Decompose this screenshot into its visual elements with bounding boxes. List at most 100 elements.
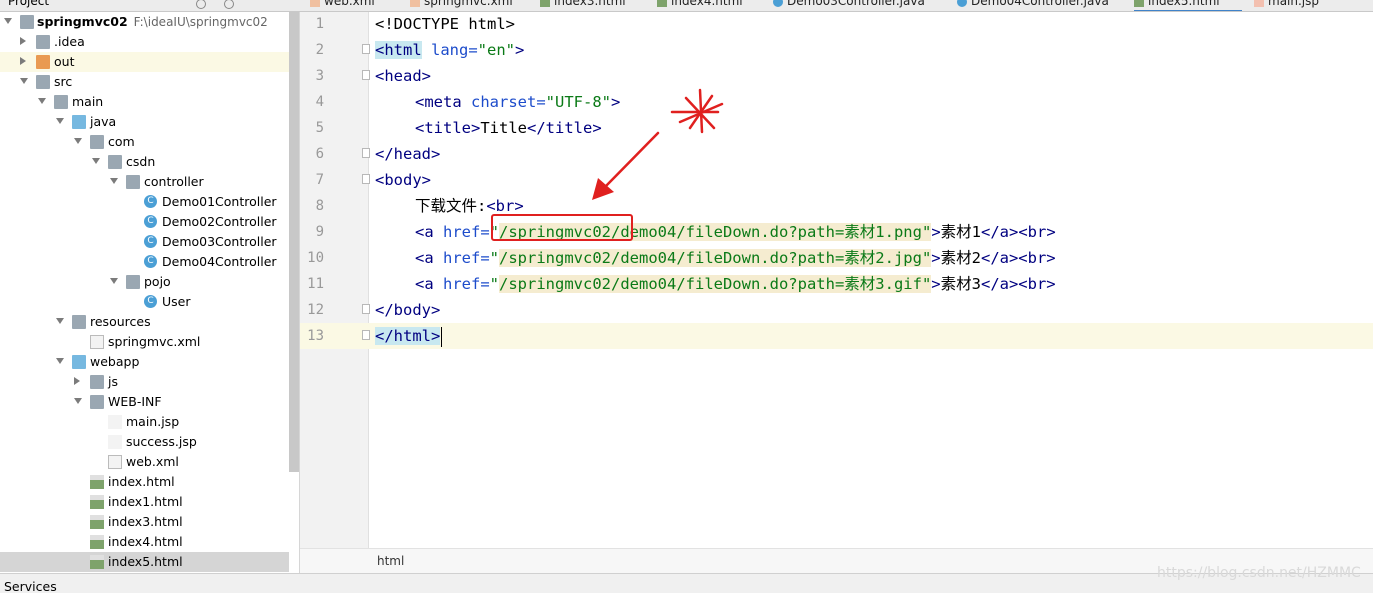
chevron-down-icon[interactable] bbox=[56, 358, 64, 364]
tab-web-xml[interactable]: web.xml bbox=[310, 0, 375, 10]
line-number: 10 bbox=[307, 250, 324, 266]
locate-icon[interactable] bbox=[196, 0, 206, 9]
tree-item-demo03controller[interactable]: C Demo03Controller bbox=[0, 232, 289, 252]
chevron-right-icon[interactable] bbox=[74, 377, 80, 385]
code-line-5: <title>Title</title> bbox=[415, 119, 602, 137]
tree-item-demo01controller[interactable]: C Demo01Controller bbox=[0, 192, 289, 212]
tree-item-resources[interactable]: resources bbox=[0, 312, 289, 332]
tree-item-index3-html[interactable]: index3.html bbox=[0, 512, 289, 532]
tree-root[interactable]: springmvc02 F:\ideaIU\springmvc02 bbox=[0, 12, 289, 32]
tree-item-success-jsp[interactable]: success.jsp bbox=[0, 432, 289, 452]
tab-springmvc-xml[interactable]: springmvc.xml bbox=[410, 0, 513, 10]
code-line-10: <a href="/springmvc02/demo04/fileDown.do… bbox=[415, 249, 1056, 267]
jsp-file-icon bbox=[108, 415, 122, 429]
tab-index3-html[interactable]: index3.html bbox=[540, 0, 626, 10]
chevron-down-icon[interactable] bbox=[56, 318, 64, 324]
folder-icon bbox=[90, 375, 104, 389]
tree-item-index-html[interactable]: index.html bbox=[0, 472, 289, 492]
code-line-2: <html lang="en"> bbox=[375, 41, 525, 59]
html-file-icon bbox=[657, 0, 667, 7]
package-icon bbox=[108, 155, 122, 169]
line-number: 4 bbox=[315, 94, 324, 110]
code-line-13: </html> bbox=[375, 326, 443, 347]
tab-demo04controller[interactable]: Demo04Controller.java bbox=[957, 0, 1109, 10]
chevron-down-icon[interactable] bbox=[74, 398, 82, 404]
chevron-down-icon[interactable] bbox=[20, 78, 28, 84]
code-line-6: </head> bbox=[375, 145, 441, 163]
chevron-down-icon[interactable] bbox=[92, 158, 100, 164]
tree-item-controller[interactable]: controller bbox=[0, 172, 289, 192]
chevron-down-icon[interactable] bbox=[56, 118, 64, 124]
tree-item-index4-html[interactable]: index4.html bbox=[0, 532, 289, 552]
tree-item-demo04controller[interactable]: C Demo04Controller bbox=[0, 252, 289, 272]
folder-icon bbox=[54, 95, 68, 109]
tree-item-idea[interactable]: .idea bbox=[0, 32, 289, 52]
tree-item-web-inf[interactable]: WEB-INF bbox=[0, 392, 289, 412]
resources-folder-icon bbox=[72, 315, 86, 329]
html-file-icon bbox=[90, 475, 104, 489]
tree-item-csdn[interactable]: csdn bbox=[0, 152, 289, 172]
line-number: 5 bbox=[315, 120, 324, 136]
watermark: https://blog.csdn.net/HZMMC bbox=[1157, 565, 1361, 581]
tree-item-java[interactable]: java bbox=[0, 112, 289, 132]
package-icon bbox=[90, 135, 104, 149]
tree-item-main-jsp[interactable]: main.jsp bbox=[0, 412, 289, 432]
html-file-icon bbox=[90, 535, 104, 549]
web-folder-icon bbox=[72, 355, 86, 369]
line-number: 2 bbox=[315, 42, 324, 58]
line-number: 9 bbox=[315, 224, 324, 240]
tree-item-web-xml[interactable]: web.xml bbox=[0, 452, 289, 472]
line-number: 7 bbox=[315, 172, 324, 188]
chevron-down-icon[interactable] bbox=[110, 278, 118, 284]
class-icon: C bbox=[144, 215, 157, 228]
source-folder-icon bbox=[72, 115, 86, 129]
xml-file-icon bbox=[108, 455, 122, 469]
tree-item-user[interactable]: C User bbox=[0, 292, 289, 312]
line-number: 12 bbox=[307, 302, 324, 318]
chevron-right-icon[interactable] bbox=[20, 37, 26, 45]
tab-demo03controller[interactable]: Demo03Controller.java bbox=[773, 0, 925, 10]
tree-item-out[interactable]: out bbox=[0, 52, 289, 72]
jsp-file-icon bbox=[1254, 0, 1264, 7]
annotation-highlight-box bbox=[491, 214, 633, 241]
text-caret bbox=[441, 326, 443, 347]
project-scrollbar[interactable] bbox=[289, 12, 299, 472]
tree-item-index1-html[interactable]: index1.html bbox=[0, 492, 289, 512]
tree-item-demo02controller[interactable]: C Demo02Controller bbox=[0, 212, 289, 232]
tree-item-springmvc-xml[interactable]: springmvc.xml bbox=[0, 332, 289, 352]
code-line-4: <meta charset="UTF-8"> bbox=[415, 93, 621, 111]
package-icon bbox=[126, 175, 140, 189]
folder-icon bbox=[36, 35, 50, 49]
line-number: 13 bbox=[307, 328, 324, 344]
tree-item-src[interactable]: src bbox=[0, 72, 289, 92]
class-icon bbox=[957, 0, 967, 7]
line-number: 3 bbox=[315, 68, 324, 84]
tree-item-main[interactable]: main bbox=[0, 92, 289, 112]
tree-item-com[interactable]: com bbox=[0, 132, 289, 152]
project-panel-title[interactable]: Project bbox=[8, 0, 49, 8]
jsp-file-icon bbox=[108, 435, 122, 449]
chevron-down-icon[interactable] bbox=[110, 178, 118, 184]
collapse-icon[interactable] bbox=[224, 0, 234, 9]
line-number: 8 bbox=[315, 198, 324, 214]
tree-item-js[interactable]: js bbox=[0, 372, 289, 392]
panel-toolbar-icons bbox=[196, 0, 276, 9]
chevron-down-icon[interactable] bbox=[4, 18, 12, 24]
tree-item-webapp[interactable]: webapp bbox=[0, 352, 289, 372]
tab-main-jsp[interactable]: main.jsp bbox=[1254, 0, 1319, 10]
html-file-icon bbox=[90, 515, 104, 529]
class-icon: C bbox=[144, 255, 157, 268]
chevron-down-icon[interactable] bbox=[74, 138, 82, 144]
chevron-down-icon[interactable] bbox=[38, 98, 46, 104]
xml-file-icon bbox=[90, 335, 104, 349]
root-path: F:\ideaIU\springmvc02 bbox=[133, 15, 268, 29]
chevron-right-icon[interactable] bbox=[20, 57, 26, 65]
html-file-icon bbox=[1134, 0, 1144, 7]
breadcrumb[interactable]: html bbox=[377, 554, 404, 568]
tree-item-pojo[interactable]: pojo bbox=[0, 272, 289, 292]
xml-file-icon bbox=[310, 0, 320, 7]
tab-index5-html[interactable]: index5.html bbox=[1134, 0, 1242, 11]
tree-item-index5-html[interactable]: index5.html bbox=[0, 552, 289, 572]
html-file-icon bbox=[90, 555, 104, 569]
tab-index4-html[interactable]: index4.html bbox=[657, 0, 743, 10]
